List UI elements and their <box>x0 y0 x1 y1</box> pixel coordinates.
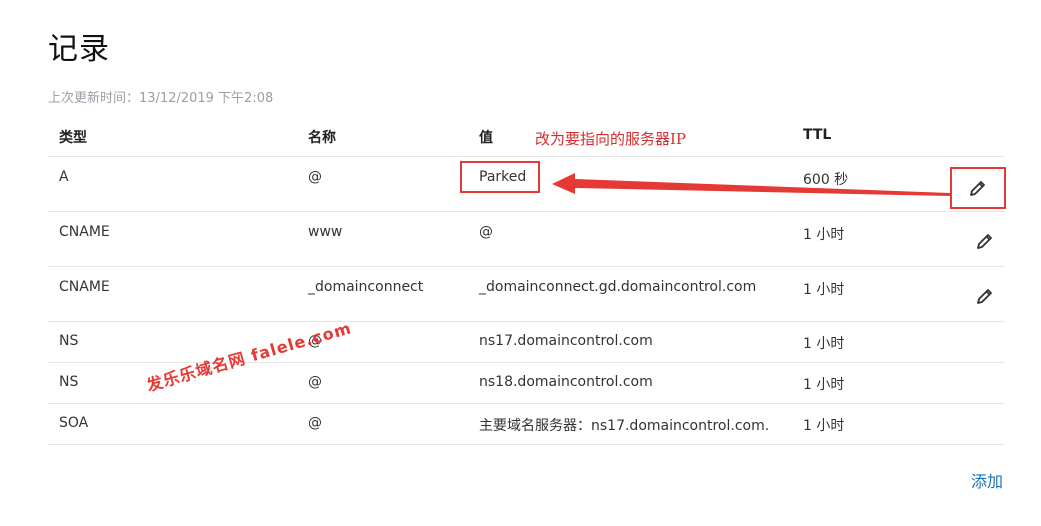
record-type: A <box>59 169 69 185</box>
record-value: @ <box>479 224 493 240</box>
record-name: @ <box>308 169 322 185</box>
record-type: NS <box>59 333 79 349</box>
record-value: ns17.domaincontrol.com <box>479 333 653 349</box>
edit-record-button[interactable] <box>968 279 1002 313</box>
record-value: ns18.domaincontrol.com <box>479 374 653 390</box>
column-header-ttl: TTL <box>803 127 832 143</box>
pencil-icon <box>970 181 985 196</box>
record-name: @ <box>308 374 322 390</box>
record-ttl: 600 秒 <box>803 172 849 188</box>
table-header: 类型 名称 值 TTL <box>48 115 1005 157</box>
page-title: 记录 <box>48 32 110 67</box>
table-row: A @ Parked 600 秒 <box>48 157 1006 212</box>
record-value: Parked <box>479 169 527 185</box>
record-type: NS <box>59 374 79 390</box>
record-value: 主要域名服务器：ns17.domaincontrol.com. <box>479 418 770 434</box>
record-type: CNAME <box>59 224 110 240</box>
record-type: SOA <box>59 415 89 431</box>
record-ttl: 1 小时 <box>803 418 845 434</box>
table-row: CNAME _domainconnect _domainconnect.gd.d… <box>48 267 1005 322</box>
record-ttl: 1 小时 <box>803 227 845 243</box>
record-ttl: 1 小时 <box>803 336 845 352</box>
last-updated-text: 上次更新时间：13/12/2019 下午2:08 <box>48 91 274 106</box>
table-row: CNAME www @ 1 小时 <box>48 212 1005 267</box>
column-header-name: 名称 <box>308 130 336 146</box>
annotation-text: 改为要指向的服务器IP <box>535 130 687 148</box>
record-name: _domainconnect <box>308 279 424 295</box>
dns-records-table: 类型 名称 值 TTL A @ Parked 600 秒 CNAME www @… <box>48 115 1006 445</box>
table-row: NS @ ns17.domaincontrol.com 1 小时 <box>48 322 1005 363</box>
column-header-type: 类型 <box>59 130 87 146</box>
edit-record-button[interactable] <box>950 167 1006 209</box>
edit-record-button[interactable] <box>968 224 1002 258</box>
record-name: @ <box>308 415 322 431</box>
record-value: _domainconnect.gd.domaincontrol.com <box>479 279 757 295</box>
table-row: SOA @ 主要域名服务器：ns17.domaincontrol.com. 1 … <box>48 404 1005 445</box>
column-header-value: 值 <box>479 130 493 146</box>
add-record-link[interactable]: 添加 <box>971 468 1003 492</box>
pencil-icon <box>977 289 992 304</box>
record-type: CNAME <box>59 279 110 295</box>
record-ttl: 1 小时 <box>803 282 845 298</box>
record-name: www <box>308 224 343 240</box>
pencil-icon <box>977 234 992 249</box>
record-ttl: 1 小时 <box>803 377 845 393</box>
